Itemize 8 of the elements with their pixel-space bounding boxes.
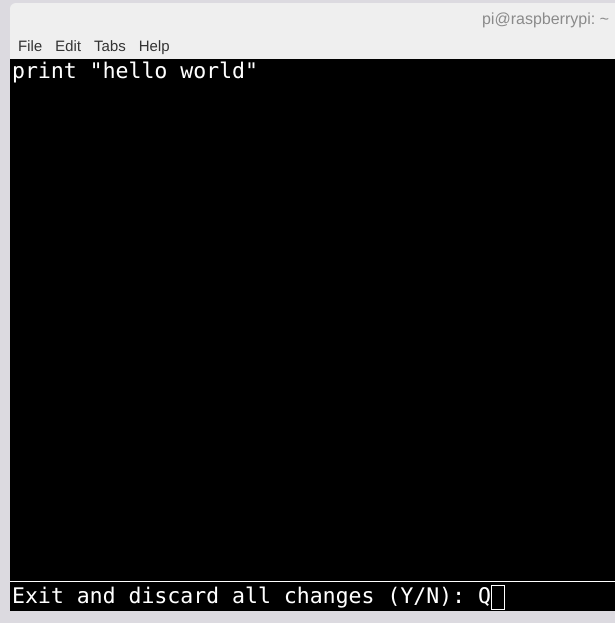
- menu-item[interactable]: Tabs: [94, 36, 126, 59]
- input-field[interactable]: Q: [478, 584, 505, 610]
- terminal-line: print "hello world": [12, 59, 259, 85]
- prompt-text: Exit and discard all changes (Y/N):: [12, 584, 466, 610]
- menu-item[interactable]: Edit: [55, 36, 82, 59]
- menu-item[interactable]: Help: [138, 36, 170, 59]
- menu-item[interactable]: File: [18, 36, 42, 59]
- window-title: pi@raspberrypi: ~: [482, 10, 609, 30]
